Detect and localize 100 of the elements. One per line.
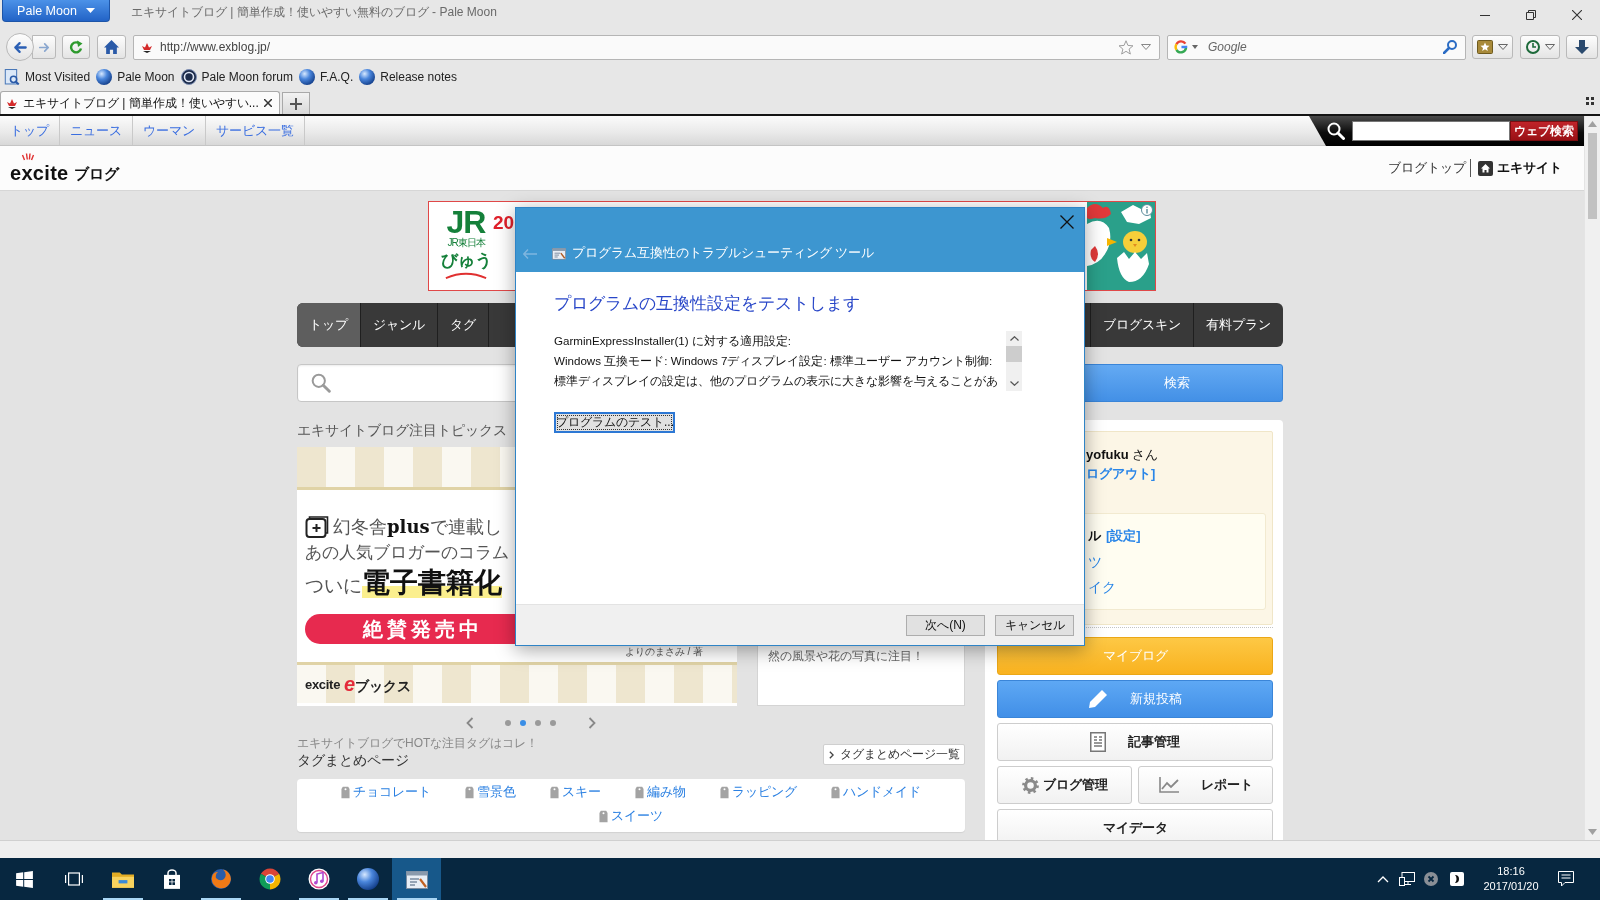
taskbar-button[interactable] [392, 858, 441, 900]
globe-icon [96, 69, 113, 85]
carousel-dot[interactable] [550, 720, 556, 726]
search-box[interactable]: Google [1167, 34, 1466, 60]
address-field[interactable]: http://www.exblog.jp/ [133, 34, 1160, 60]
author-text: よりのまさみ / 著 [624, 646, 703, 658]
document-icon [1090, 732, 1106, 752]
genre-link[interactable]: ツ [1088, 550, 1102, 575]
bookmark-link[interactable]: Most Visited [4, 69, 91, 85]
search-icon[interactable] [1443, 40, 1457, 54]
restore-icon [1526, 10, 1536, 20]
genre-settings-link[interactable]: [設定] [1106, 526, 1141, 546]
bookmark-link[interactable]: Release notes [359, 69, 457, 85]
page-magnifier-icon [4, 69, 20, 85]
back-arrow-icon [12, 40, 28, 54]
browser-tab[interactable]: エキサイトブログ | 簡単作成！使いやすい... [0, 91, 280, 114]
star-icon[interactable] [1118, 39, 1134, 55]
app-menu-button[interactable]: Pale Moon [2, 0, 110, 22]
back-arrow-icon [523, 248, 537, 259]
tag-list-button[interactable]: タグまとめページ一覧 [823, 744, 965, 765]
sparkle-rays-icon [21, 152, 35, 161]
reload-button[interactable] [62, 35, 90, 59]
tag-heading: タグまとめページ [297, 751, 410, 769]
scrollbar[interactable] [1006, 331, 1022, 391]
chevron-right-icon[interactable] [588, 717, 596, 729]
logo-suffix: ブログ [73, 163, 119, 184]
sidebar-button[interactable]: マイデータ [997, 809, 1273, 840]
carousel-dot[interactable] [520, 720, 526, 726]
bookmark-link[interactable]: F.A.Q. [298, 69, 354, 85]
top-nav-link[interactable]: サービス一覧 [206, 116, 305, 145]
genre-link[interactable]: イク [1088, 575, 1116, 600]
dialog-title: プログラム互換性のトラブルシューティング ツール [572, 245, 875, 262]
carousel-dot[interactable] [505, 720, 511, 726]
dialog-button[interactable]: 次へ(N) [906, 614, 985, 636]
downloads-button[interactable] [1566, 35, 1598, 59]
tag-link[interactable]: 雪景色 [465, 780, 516, 804]
down-arrow-icon [1575, 40, 1589, 54]
grid-icon[interactable] [1586, 97, 1594, 105]
home-button[interactable] [97, 35, 126, 59]
scrollbar[interactable] [1584, 116, 1600, 840]
info-icon[interactable] [1141, 204, 1153, 216]
bookmark-link[interactable]: Pale Moon [96, 69, 175, 85]
tag-link[interactable]: ハンドメイド [831, 780, 921, 804]
search-field[interactable]: Google [1208, 39, 1439, 55]
header-link[interactable]: ブログトップ [1388, 159, 1466, 177]
top-nav-link[interactable]: ウーマン [133, 116, 206, 145]
tag-note: エキサイトブログでHOTな注目タグはコレ！ [297, 735, 539, 751]
caret-icon[interactable] [1141, 44, 1151, 50]
top-nav-link[interactable]: トップ [0, 116, 60, 145]
crown-icon [6, 97, 18, 109]
nav-tab[interactable]: タグ [438, 303, 489, 347]
chevron-down-icon[interactable] [1009, 381, 1019, 386]
settings-text: Windows 互換モード: Windows 7ディスプレイ設定: 標準ユーザー アカウント制御: [554, 353, 993, 369]
top-nav-link[interactable]: ニュース [60, 116, 133, 145]
clock-time: 18:16 [1497, 864, 1525, 879]
sidebar-button[interactable]: レポート [1138, 766, 1273, 804]
nav-tab[interactable]: 有料プラン [1194, 303, 1283, 347]
logo-suffix: eブックス [344, 672, 412, 696]
carousel-dot[interactable] [535, 720, 541, 726]
sidebar-button[interactable]: 記事管理 [997, 723, 1273, 761]
history-button[interactable] [1520, 35, 1560, 59]
tag-link[interactable]: ラッピング [720, 780, 797, 804]
topic-card[interactable]: 然の風景や花の写真に注目！ [757, 646, 965, 706]
clock-icon [1525, 40, 1540, 54]
nav-tab[interactable]: トップ [297, 303, 361, 347]
logout-link[interactable]: ログアウト] [1086, 464, 1156, 483]
window-tools-icon [552, 247, 566, 260]
back-button[interactable] [6, 33, 34, 61]
tag-icon [341, 785, 350, 799]
web-search-button[interactable]: ウェブ検索 [1510, 121, 1578, 141]
ad-logo-caption: JR東日本 [447, 237, 485, 248]
scrollbar-thumb[interactable] [1006, 346, 1022, 362]
nav-tab[interactable]: ジャンル [361, 303, 438, 347]
caret-icon[interactable] [1192, 45, 1198, 49]
header-link[interactable]: エキサイト [1478, 159, 1562, 177]
tag-icon [831, 785, 840, 799]
arc-icon [443, 272, 489, 279]
tag-link[interactable]: チョコレート [341, 780, 431, 804]
chevron-up-icon[interactable] [1009, 336, 1019, 341]
bookmark-link[interactable]: Pale Moon forum [180, 69, 293, 85]
close-icon [1060, 214, 1074, 229]
music-note-icon [307, 868, 330, 890]
settings-text: GarminExpressInstaller(1) に対する適用設定: [554, 333, 792, 349]
bookmarks-button[interactable] [1472, 35, 1513, 59]
tag-link[interactable]: 編み物 [635, 780, 686, 804]
close-icon[interactable] [264, 99, 272, 107]
house-icon [1478, 160, 1493, 176]
section-heading: エキサイトブログ注目トピックス [297, 421, 507, 440]
scrollbar-thumb[interactable] [1588, 133, 1597, 219]
new-tab-button[interactable] [282, 92, 310, 114]
chevron-left-icon[interactable] [466, 717, 474, 729]
web-search-field[interactable] [1352, 121, 1510, 141]
dialog-button[interactable]: キャンセル [995, 614, 1074, 636]
tag-icon [599, 809, 608, 823]
tag-link[interactable]: スキー [550, 780, 601, 804]
sidebar-button[interactable]: ブログ管理 [997, 766, 1132, 804]
nav-tab[interactable]: ブログスキン [1091, 303, 1194, 347]
test-program-button[interactable]: プログラムのテスト... [554, 412, 675, 433]
tag-link[interactable]: スイーツ [599, 804, 663, 828]
cross-circle-icon [1423, 872, 1438, 886]
